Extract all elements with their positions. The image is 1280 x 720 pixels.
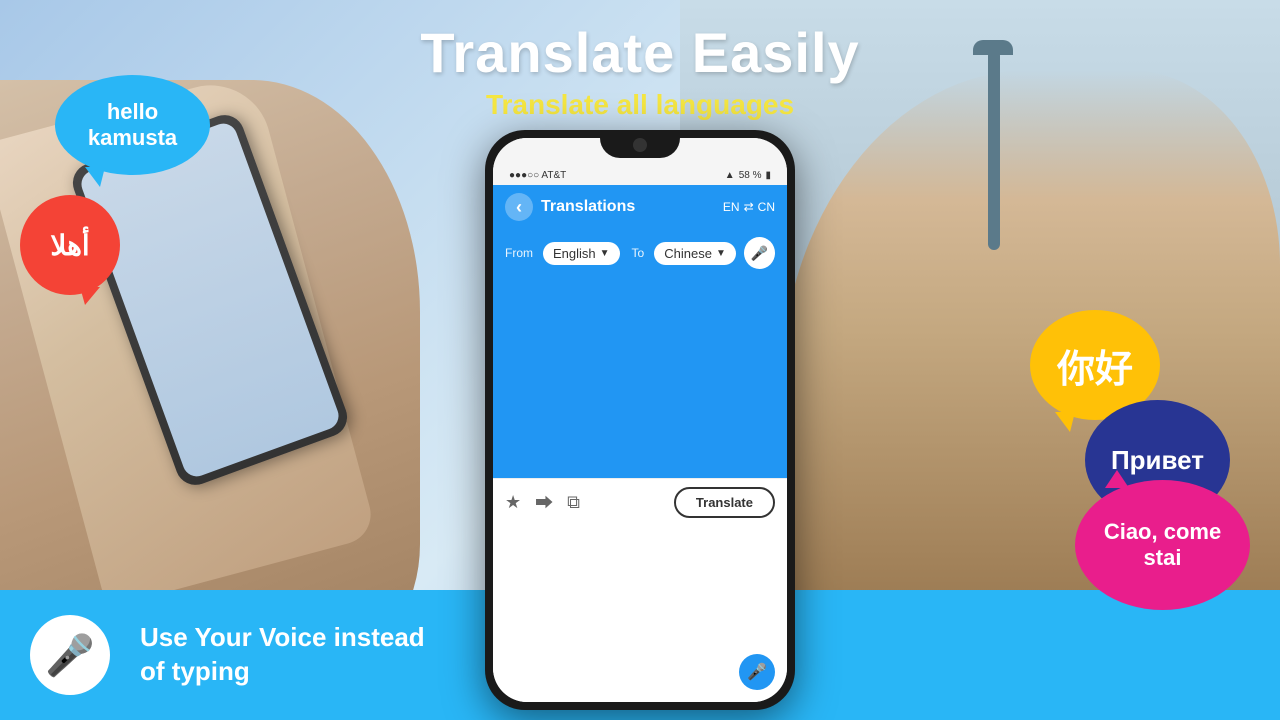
bubble-hello-text: hello kamusta (88, 99, 177, 151)
back-icon: ‹ (516, 197, 522, 218)
floating-mic-button[interactable]: 🎤 (739, 654, 775, 690)
voice-promo-text: Use Your Voice instead of typing (140, 621, 425, 689)
bubble-hello: hello kamusta (55, 75, 210, 175)
from-lang-value: English (553, 246, 596, 261)
bubble-arabic-text: أهلا (50, 229, 89, 262)
lang-indicator: EN ⇄ CN (723, 200, 775, 214)
floating-mic-icon: 🎤 (747, 662, 767, 682)
voice-text-line2: of typing (140, 655, 425, 689)
translation-input-area[interactable] (493, 277, 787, 478)
share-icon[interactable]: ⮕ (535, 489, 553, 515)
to-language-dropdown[interactable]: Chinese ▼ (654, 242, 736, 265)
from-label: From (505, 246, 533, 260)
from-dropdown-arrow: ▼ (600, 248, 610, 259)
translation-output-area: 🎤 (493, 526, 787, 703)
from-language-dropdown[interactable]: English ▼ (543, 242, 620, 265)
back-button[interactable]: ‹ (505, 193, 533, 221)
app-title: Translations (541, 198, 723, 216)
bubble-chinese-text: 你好 (1057, 338, 1133, 393)
language-selector-bar: From English ▼ To Chinese ▼ 🎤 (493, 229, 787, 277)
header-mic-icon: 🎤 (751, 245, 768, 262)
bubble-italian: Ciao, come stai (1075, 480, 1250, 610)
to-lang-value: Chinese (664, 246, 712, 261)
wifi-icon: ▲ (725, 170, 735, 181)
action-bar: ★ ⮕ ⧉ Translate (493, 478, 787, 526)
phone-screen: ●●●○○ AT&T ▲ 58 % ▮ ‹ Translations EN ⇄ … (493, 138, 787, 702)
translate-button[interactable]: Translate (674, 487, 775, 518)
lang-to-code: CN (758, 200, 775, 214)
to-label: To (632, 246, 645, 260)
bottom-mic-circle[interactable]: 🎤 (30, 615, 110, 695)
copy-icon[interactable]: ⧉ (567, 492, 580, 513)
battery-label: 58 % (739, 170, 762, 181)
bubble-italian-text: Ciao, come stai (1104, 519, 1221, 571)
center-phone-device: ●●●○○ AT&T ▲ 58 % ▮ ‹ Translations EN ⇄ … (485, 130, 795, 710)
battery-icon: ▮ (765, 170, 771, 181)
app-header: ‹ Translations EN ⇄ CN (493, 185, 787, 229)
to-dropdown-arrow: ▼ (716, 248, 726, 259)
carrier-label: ●●●○○ AT&T (509, 170, 566, 181)
left-hand-decoration (0, 80, 420, 660)
lang-from-code: EN (723, 200, 740, 214)
phone-notch (600, 130, 680, 158)
header-mic-button[interactable]: 🎤 (744, 237, 775, 269)
swap-icon[interactable]: ⇄ (744, 200, 754, 214)
favorite-icon[interactable]: ★ (505, 492, 521, 513)
bubble-arabic: أهلا (20, 195, 120, 295)
main-title: Translate Easily (0, 20, 1280, 85)
bottom-mic-icon: 🎤 (45, 632, 95, 679)
voice-text-line1: Use Your Voice instead (140, 621, 425, 655)
phone-camera (633, 138, 647, 152)
